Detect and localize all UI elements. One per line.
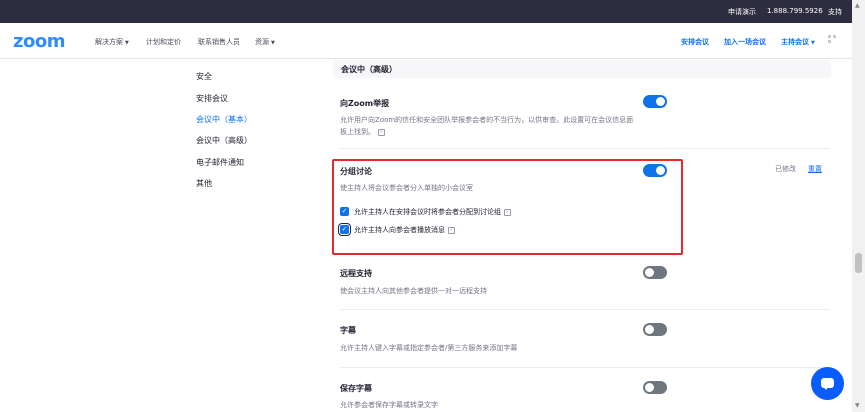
breakout-setting-desc: 使主持人将会议参会者分入单独的小会议室	[340, 184, 473, 192]
support-link[interactable]: 支持	[828, 7, 842, 17]
report-setting-title: 向Zoom举报	[340, 99, 390, 108]
chat-support-button[interactable]	[811, 367, 844, 400]
broadcast-message-text: 允许主持人向参会者播放消息	[354, 226, 445, 234]
nav-solutions[interactable]: 解决方案 ▼	[95, 37, 129, 47]
reset-link[interactable]: 重置	[808, 164, 822, 174]
avatar[interactable]	[828, 35, 844, 51]
sidenav-other[interactable]: 其他	[196, 178, 212, 189]
info-icon[interactable]: ✓	[378, 128, 385, 136]
host-meeting-label: 主持会议	[781, 38, 809, 46]
request-demo-link[interactable]: 申请演示	[728, 7, 756, 17]
modified-label: 已修改	[775, 165, 796, 173]
host-meeting-link[interactable]: 主持会议 ▼	[781, 37, 815, 47]
section-title: 会议中（高级）	[341, 65, 397, 74]
broadcast-message-checkbox[interactable]: ✓	[338, 223, 351, 236]
section-header: 会议中（高级）	[333, 60, 831, 78]
scroll-up-icon[interactable]: ▲	[855, 2, 860, 9]
sidenav-in-meeting-advanced[interactable]: 会议中（高级）	[196, 135, 252, 146]
sidenav-schedule-meeting[interactable]: 安排会议	[196, 93, 228, 104]
scroll-thumb[interactable]	[855, 253, 862, 273]
info-icon[interactable]: ✓	[448, 226, 455, 234]
nav-resources-label: 资源	[255, 38, 269, 46]
save-captions-toggle[interactable]	[643, 381, 667, 394]
broadcast-message-label: 允许主持人向参会者播放消息 ✓	[354, 225, 455, 235]
nav-plans-pricing[interactable]: 计划和定价	[146, 37, 181, 47]
assign-participants-checkbox[interactable]: ✓	[340, 207, 349, 216]
main-navbar: zoom 解决方案 ▼ 计划和定价 联系销售人员 资源 ▼ 安排会议 加入一场会议 …	[0, 23, 852, 59]
assign-participants-text: 允许主持人在安排会议时将参会者分配到讨论组	[354, 208, 501, 216]
sidenav-security[interactable]: 安全	[196, 71, 212, 82]
report-setting-desc: 允许用户向Zoom的信任和安全团队举报参会者的不当行为，以供审查。此设置可在会议…	[340, 114, 635, 138]
captions-title: 字幕	[340, 326, 356, 335]
chevron-down-icon: ▼	[271, 40, 275, 46]
divider	[340, 309, 830, 310]
save-captions-desc: 允许参会者保存字幕或转录文字	[340, 401, 438, 409]
scroll-down-icon[interactable]: ▼	[855, 402, 860, 409]
phone-number: 1.888.799.5926	[767, 7, 823, 15]
chevron-down-icon: ▼	[811, 40, 815, 46]
join-meeting-link[interactable]: 加入一场会议	[724, 37, 766, 47]
breakout-setting-title: 分组讨论	[340, 167, 372, 176]
zoom-logo[interactable]: zoom	[13, 31, 65, 52]
breakout-toggle[interactable]	[643, 164, 667, 177]
save-captions-title: 保存字幕	[340, 384, 372, 393]
nav-resources[interactable]: 资源 ▼	[255, 37, 275, 47]
sidenav-email-notification[interactable]: 电子邮件通知	[196, 157, 244, 168]
nav-contact-sales[interactable]: 联系销售人员	[198, 37, 240, 47]
assign-participants-label: 允许主持人在安排会议时将参会者分配到讨论组 ✓	[354, 207, 511, 217]
divider	[340, 367, 830, 368]
top-utility-bar: 申请演示 1.888.799.5926 支持	[0, 0, 852, 23]
page-scrollbar[interactable]: ▲ ▼	[852, 0, 865, 412]
remote-support-toggle[interactable]	[643, 266, 667, 279]
captions-toggle[interactable]	[643, 323, 667, 336]
chevron-down-icon: ▼	[125, 40, 129, 46]
report-toggle[interactable]	[643, 95, 667, 108]
remote-support-title: 远程支持	[340, 269, 372, 278]
remote-support-desc: 使会议主持人向其他参会者提供一对一远程支持	[340, 287, 487, 295]
info-icon[interactable]: ✓	[504, 208, 511, 216]
sidenav-in-meeting-basic[interactable]: 会议中（基本）	[196, 114, 252, 125]
divider	[340, 148, 830, 149]
nav-solutions-label: 解决方案	[95, 38, 123, 46]
schedule-meeting-link[interactable]: 安排会议	[681, 37, 709, 47]
captions-desc: 允许主持人键入字幕或指定参会者/第三方服务来添加字幕	[340, 344, 518, 352]
